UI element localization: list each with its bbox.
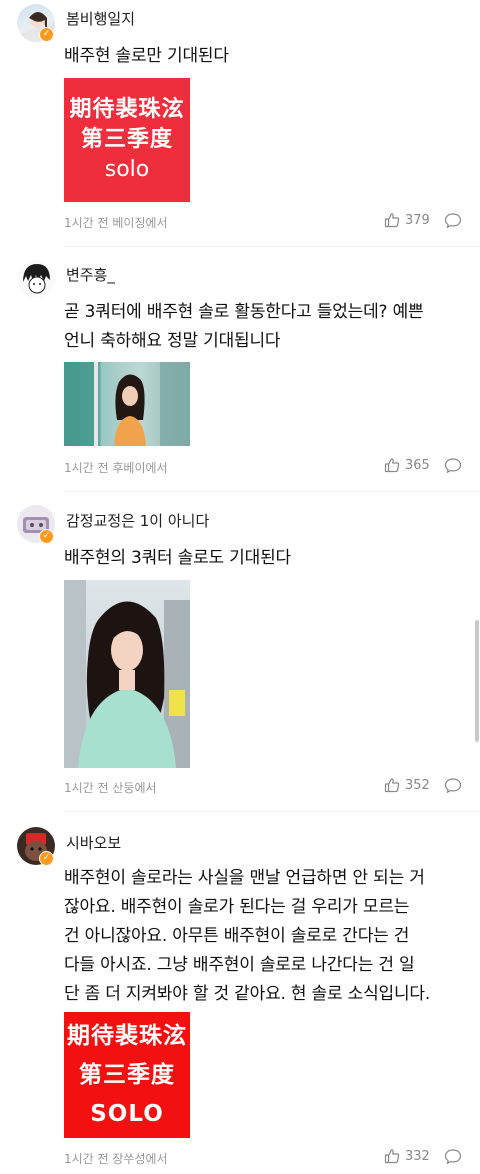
- poster-line: 第三季度: [79, 1061, 175, 1088]
- comment-text: 곧 3쿼터에 배주현 솔로 활동한다고 들었는데? 예쁜 언니 축하해요 정말 …: [64, 298, 474, 356]
- username[interactable]: 변주흥_: [66, 264, 115, 285]
- reply-button[interactable]: [444, 212, 462, 233]
- comment-line: 배주현 솔로만 기대된다: [64, 46, 229, 66]
- divider: [64, 246, 480, 247]
- thumbs-up-icon: [384, 458, 400, 473]
- comment-bubble-icon: [444, 458, 462, 474]
- comment-line: 잖아요. 배주현이 솔로가 된다는 걸 우리가 모르는: [64, 897, 410, 917]
- comment-line: 배주현의 3쿼터 솔로도 기대된다: [64, 548, 291, 568]
- like-button[interactable]: 332: [384, 1148, 430, 1164]
- like-count: 379: [405, 212, 430, 228]
- comment-line: 배주현이 솔로라는 사실을 맨날 언급하면 안 되는 거: [64, 868, 425, 888]
- reply-button[interactable]: [444, 457, 462, 478]
- verified-badge-icon: ✓: [39, 529, 54, 544]
- like-count: 332: [405, 1148, 430, 1164]
- comment-line: 단 좀 더 지켜봐야 할 것 같아요. 현 솔로 소식입니다.: [64, 984, 431, 1004]
- comment-text: 배주현이 솔로라는 사실을 맨날 언급하면 안 되는 거 잖아요. 배주현이 솔…: [64, 864, 474, 1009]
- poster-line: 期待裴珠泫: [69, 97, 185, 122]
- comment-image[interactable]: 期待裴珠泫 第三季度 solo: [64, 78, 190, 202]
- comment-line: 언니 축하해요 정말 기대됩니다: [64, 331, 281, 351]
- verified-badge-icon: ✓: [39, 27, 54, 42]
- like-count: 352: [405, 777, 430, 793]
- avatar[interactable]: [17, 260, 55, 298]
- comment-meta: 1시간 전 장쑤성에서: [64, 1152, 168, 1166]
- username[interactable]: 시바오보: [66, 832, 121, 853]
- reply-button[interactable]: [444, 777, 462, 798]
- thumbs-up-icon: [384, 778, 400, 793]
- poster-line: solo: [104, 157, 150, 182]
- scrollbar[interactable]: [475, 620, 479, 742]
- like-button[interactable]: 352: [384, 777, 430, 793]
- comment-meta: 1시간 전 산둥에서: [64, 781, 157, 795]
- comment-line: 다들 아시죠. 그냥 배주현이 솔로로 나간다는 건 일: [64, 955, 415, 975]
- comment-image[interactable]: [64, 362, 190, 446]
- poster-line: SOLO: [90, 1100, 164, 1127]
- poster-line: 第三季度: [80, 127, 173, 152]
- comment-bubble-icon: [444, 213, 462, 229]
- reply-button[interactable]: [444, 1148, 462, 1169]
- comment-image[interactable]: 期待裴珠泫 第三季度 SOLO: [64, 1012, 190, 1138]
- comment-meta: 1시간 전 후베이에서: [64, 461, 168, 475]
- username[interactable]: 감정교정은 1이 아니다: [66, 510, 209, 531]
- divider: [64, 811, 480, 812]
- comment-text: 배주현의 3쿼터 솔로도 기대된다: [64, 544, 474, 573]
- comment-bubble-icon: [444, 1149, 462, 1165]
- poster-line: 期待裴珠泫: [67, 1022, 187, 1049]
- thumbs-up-icon: [384, 213, 400, 228]
- comment-meta: 1시간 전 베이징에서: [64, 216, 168, 230]
- comment-line: 건 아니잖아요. 아무튼 배주현이 솔로로 간다는 건: [64, 926, 410, 946]
- like-button[interactable]: 379: [384, 212, 430, 228]
- comment-line: 곧 3쿼터에 배주현 솔로 활동한다고 들었는데? 예쁜: [64, 302, 424, 322]
- like-count: 365: [405, 457, 430, 473]
- comment-bubble-icon: [444, 778, 462, 794]
- verified-badge-icon: ✓: [39, 851, 54, 866]
- divider: [64, 491, 480, 492]
- thumbs-up-icon: [384, 1149, 400, 1164]
- like-button[interactable]: 365: [384, 457, 430, 473]
- comment-image[interactable]: [64, 580, 190, 768]
- comment-text: 배주현 솔로만 기대된다: [64, 42, 474, 71]
- username[interactable]: 봄비행일지: [66, 8, 135, 29]
